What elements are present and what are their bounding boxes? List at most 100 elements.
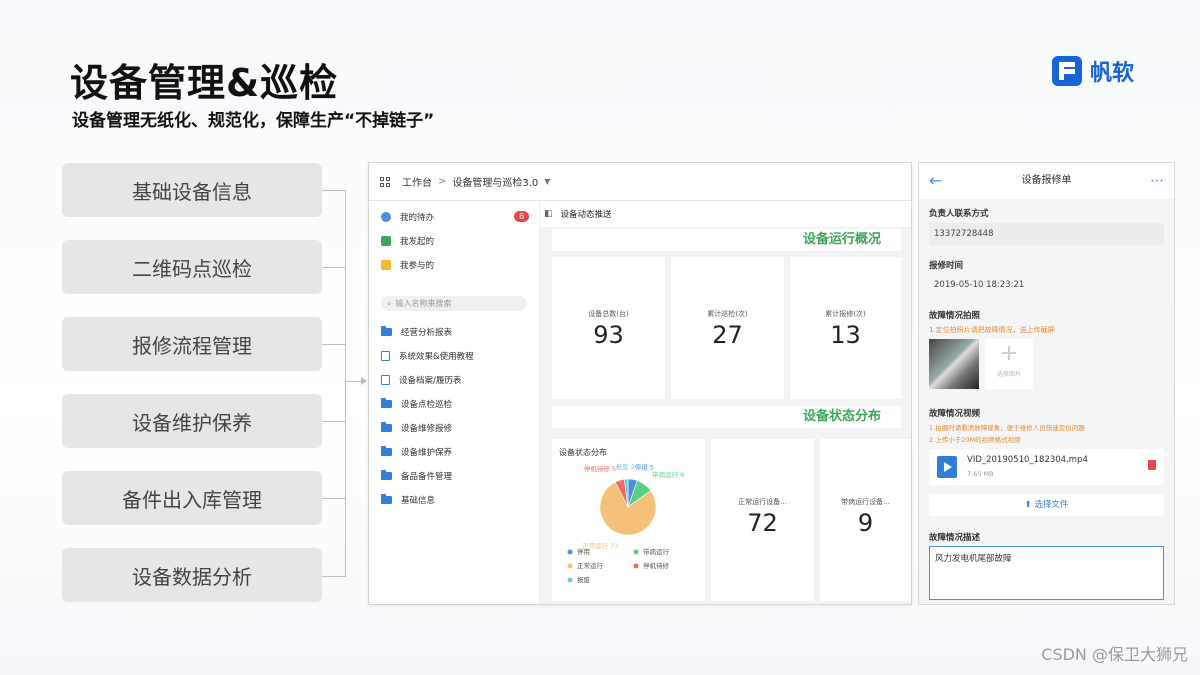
sidebar-item-initiated[interactable]: 我发起的 [381,235,434,247]
video-file-icon [937,456,957,478]
status-card-faulty: 带病运行设备... 9 [820,439,911,601]
sidebar-item-reports[interactable]: 经营分析报表 [381,326,452,338]
folder-icon [381,422,392,432]
status-section-title: 设备状态分布 [552,406,901,428]
choose-file-label: 选择文件 [1034,500,1069,510]
legend-swatch [633,549,639,555]
video-file-row[interactable]: VID_20190510_182304.mp4 7.65 MB [929,449,1164,485]
fanruan-logo-icon [1052,56,1082,86]
legend-swatch [567,563,573,569]
video-hint-1: 1.拍摄时请看清故障现象，便于维修人员快速定位问题 [929,424,1085,432]
sidebar-item-inspection[interactable]: 设备点检巡检 [381,398,452,410]
feature-qr-inspection: 二维码点巡检 [62,240,322,294]
photo-hint: 1.定位拍照片请把故障情况，送上传截屏 [929,326,1055,334]
kpi-label: 累计报修(次) [825,310,866,318]
sidebar-search-input[interactable]: ⌕ 输入名称来搜索 [381,296,527,311]
contact-label: 负责人联系方式 [929,209,989,219]
kpi-card-total: 设备总数(台) 93 [552,257,665,399]
time-label: 报修时间 [929,261,964,271]
connector-line [345,190,346,577]
dashboard-tab-bar: ◧ 设备动态推送 [540,201,911,227]
legend-swatch [633,563,639,569]
folder-icon [381,398,392,408]
upload-icon: ⬆ [1024,500,1035,510]
sidebar-item-label: 系统效果&使用教程 [399,352,474,362]
delete-icon[interactable] [1148,460,1156,470]
feature-repair-process: 报修流程管理 [62,317,322,371]
mobile-title: 设备报修单 [1021,175,1072,186]
sidebar-item-repair[interactable]: 设备维修报修 [381,422,452,434]
choose-photo-label: 选择图片 [996,371,1021,378]
fault-photo-thumbnail[interactable] [929,339,979,389]
connector-tick [322,576,345,577]
watermark: CSDN @保卫大狮兄 [1041,645,1188,664]
connector-tick [322,421,345,422]
desc-label: 故障情况描述 [929,533,981,543]
pie-chart-card: 设备状态分布 停用 5 带病运行 9 正常运行 72 停机待修 5 报废 2 停用 带病运行… [552,439,705,601]
page-title: 设备管理&巡检 [70,61,339,105]
video-label: 故障情况视频 [929,409,981,419]
more-icon[interactable]: ⋯ [1150,163,1164,199]
sidebar-item-basic-info[interactable]: 基础信息 [381,494,435,506]
alarm-clock-icon [381,212,391,222]
back-arrow-icon[interactable]: ← [929,163,942,199]
status-value: 9 [857,509,874,537]
kpi-label: 设备总数(台) [588,310,629,318]
sidebar-item-todo[interactable]: 我的待办 [381,211,434,223]
time-field[interactable]: 2019-05-10 18:23:21 [929,274,1164,296]
fault-description-textarea[interactable]: 风力发电机尾部故障 [929,546,1164,600]
breadcrumb-separator: > [438,176,447,187]
legend-label[interactable]: 带病运行 [643,547,670,556]
kpi-card-inspections: 累计巡检(次) 27 [671,257,784,399]
sidebar-toggle-icon[interactable]: ◧ [544,209,553,219]
mobile-repair-form: ← 设备报修单 ⋯ 负责人联系方式 13372728448 报修时间 2019-… [918,162,1175,605]
app-topbar: 工作台 > 设备管理与巡检3.0 ▼ [369,163,911,201]
tab-device-push[interactable]: 设备动态推送 [561,208,612,220]
sidebar-item-spare-parts[interactable]: 备品备件管理 [381,470,452,482]
legend-label[interactable]: 停机待修 [643,561,670,570]
kpi-card-repairs: 累计报修(次) 13 [790,257,901,399]
page-subtitle: 设备管理无纸化、规范化，保障生产“不掉链子” [72,111,435,131]
sidebar-item-participated[interactable]: 我参与的 [381,259,434,271]
sidebar-item-label: 我参与的 [400,261,435,271]
edit-icon [381,236,391,246]
document-icon [381,351,390,361]
sidebar-item-label: 备品备件管理 [401,472,453,482]
sidebar-item-label: 设备点检巡检 [401,400,453,410]
sidebar-item-label: 我的待办 [400,213,435,223]
todo-count-badge: 6 [514,211,529,222]
connector-tick [322,344,345,345]
breadcrumb-home[interactable]: 工作台 [402,174,432,189]
status-card-normal: 正常运行设备... 72 [711,439,814,601]
mobile-header: ← 设备报修单 ⋯ [919,163,1174,199]
pie-slice-label: 报废 2 [616,462,635,471]
photo-label: 故障情况拍照 [929,311,981,321]
sidebar-item-tutorial[interactable]: 系统效果&使用教程 [381,350,474,362]
folder-icon [381,470,392,480]
apps-grid-icon[interactable] [380,176,390,187]
sidebar-item-maintenance[interactable]: 设备维护保养 [381,446,452,458]
feature-maintenance: 设备维护保养 [62,394,322,448]
sidebar-item-label: 设备档案/履历表 [399,376,462,386]
breadcrumb-current[interactable]: 设备管理与巡检3.0 [452,174,538,189]
pie-slice-label: 停机待修 5 [584,464,616,473]
legend-label[interactable]: 报废 [577,575,591,584]
sidebar-item-archive[interactable]: 设备档案/履历表 [381,374,461,386]
connector-tick [322,498,345,499]
app-sidebar: 我的待办 6 我发起的 我参与的 ⌕ 输入名称来搜索 经营分析报表 系统效果&使… [369,201,540,604]
legend-swatch [567,549,573,555]
status-label: 正常运行设备... [738,498,787,506]
chevron-down-icon[interactable]: ▼ [544,177,550,186]
pie-slice-label: 带病运行 9 [652,470,684,479]
legend-label[interactable]: 正常运行 [577,561,604,570]
feature-basic-info: 基础设备信息 [62,163,322,217]
brand-logo: 帆软 [1052,55,1134,87]
legend-label[interactable]: 停用 [577,547,590,556]
choose-file-button[interactable]: ⬆ 选择文件 [929,494,1164,516]
choose-photo-button[interactable]: + 选择图片 [985,339,1033,389]
logo-text: 帆软 [1090,61,1135,86]
pie-chart: 停用 5带病运行 9正常运行 72停机待修 5 报废 2停用 带病运行正常运行 停机待… [567,462,684,584]
plus-icon: + [999,341,1019,366]
contact-field[interactable]: 13372728448 [929,223,1164,245]
sidebar-item-label: 基础信息 [401,496,436,506]
